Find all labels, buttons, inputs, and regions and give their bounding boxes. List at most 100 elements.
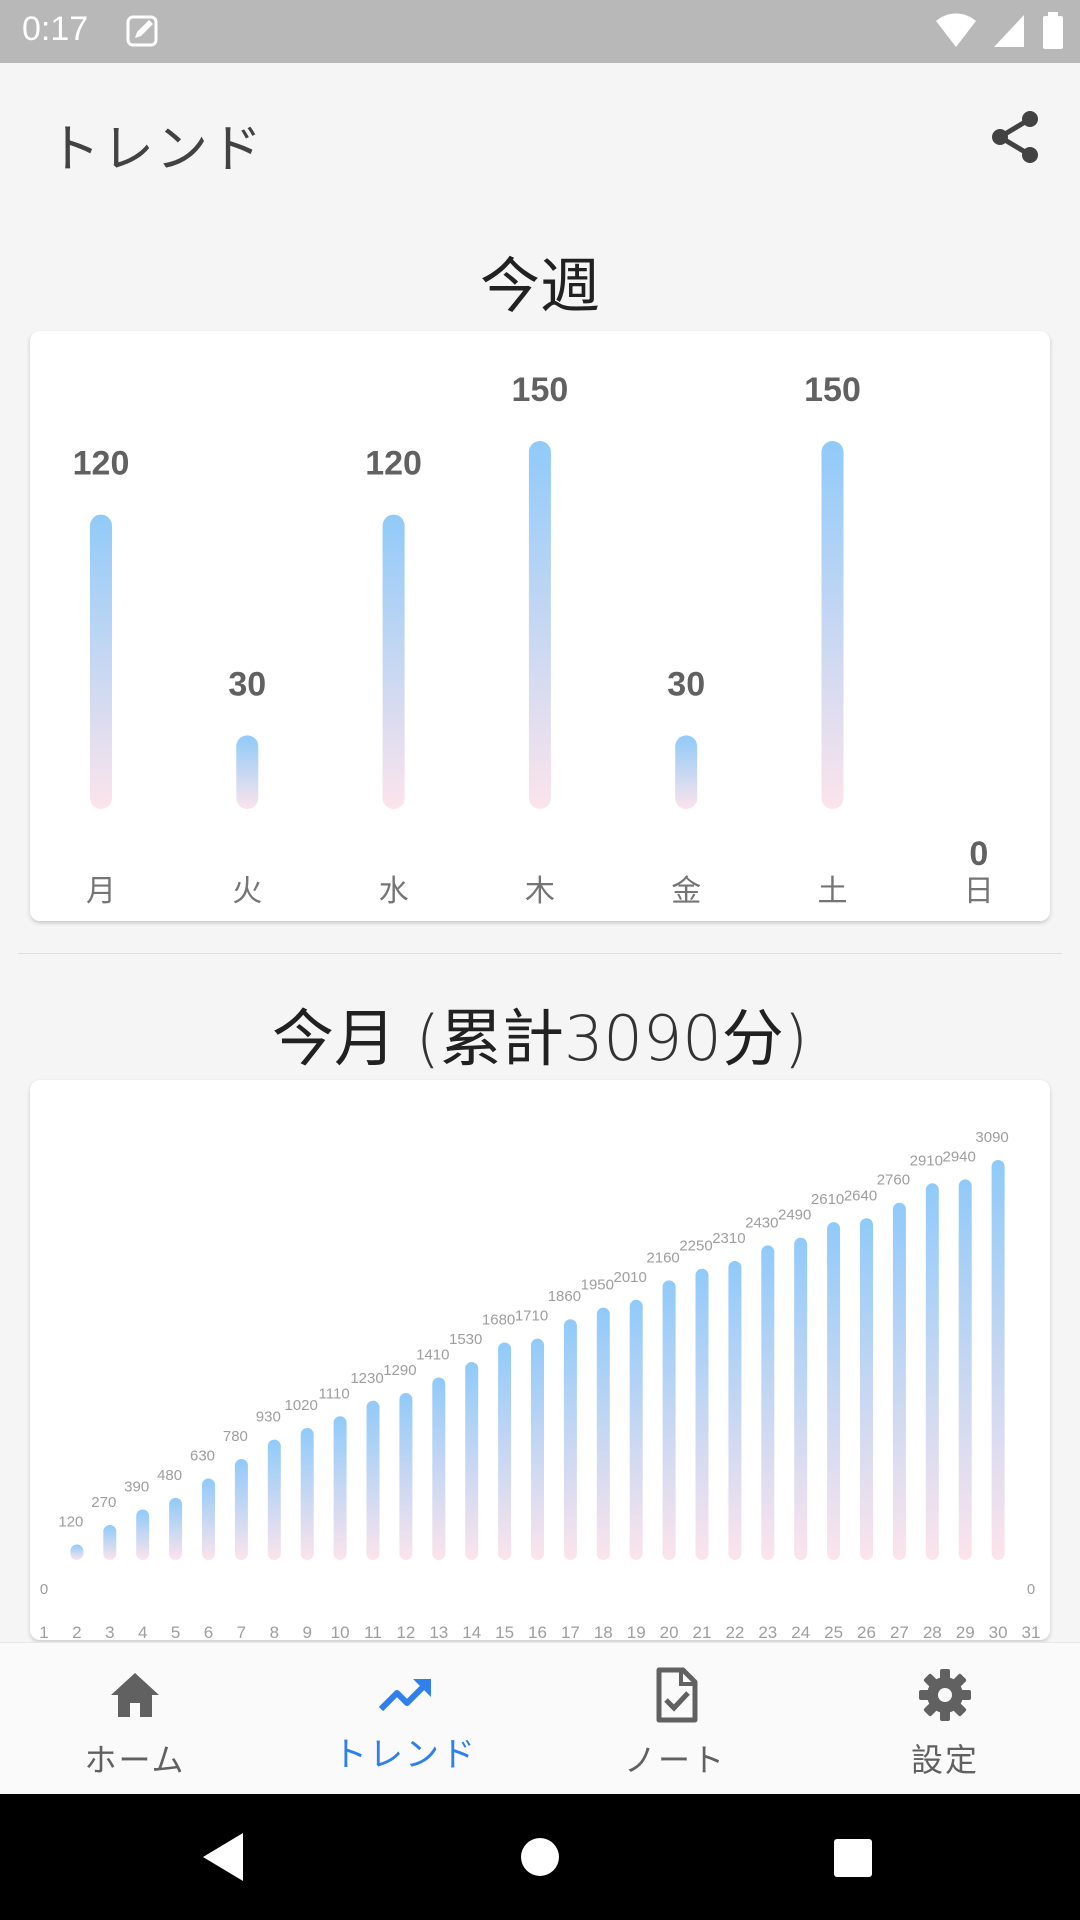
month-value-label: 1530	[449, 1331, 482, 1348]
month-bar	[202, 1478, 215, 1560]
month-category-label: 1	[39, 1623, 48, 1640]
month-category-label: 26	[857, 1623, 876, 1640]
wifi-icon	[936, 13, 976, 47]
nav-label-settings: 設定	[910, 1741, 979, 1779]
month-bar	[234, 1459, 248, 1560]
cell-signal-icon	[994, 15, 1024, 47]
status-icons	[936, 12, 1064, 50]
week-value-label: 120	[73, 445, 130, 483]
month-value-label: 2160	[646, 1249, 679, 1266]
month-category-label: 4	[138, 1623, 147, 1640]
month-value-label: 0	[40, 1581, 48, 1598]
week-category-label: 日	[964, 875, 994, 908]
month-bar	[991, 1160, 1005, 1560]
month-chart-card: 0 1 120 2 270 3 390 4 480 5 630 6 780 7 930 8 1020 9 1110 1…	[30, 1080, 1050, 1640]
nav-label-note: ノート	[623, 1741, 726, 1779]
month-value-label: 2940	[943, 1148, 976, 1165]
month-category-label: 8	[270, 1623, 279, 1640]
month-value-label: 2310	[712, 1230, 745, 1247]
week-chart-card: 120 月 30 火 120 水 150 木 30 金 150 土 0 日	[30, 331, 1050, 921]
month-bar	[596, 1307, 610, 1560]
week-bar	[528, 441, 551, 809]
month-category-label: 28	[923, 1623, 942, 1640]
system-navigation-bar	[0, 1794, 1080, 1920]
month-bar	[169, 1497, 183, 1560]
recents-icon[interactable]	[822, 1827, 882, 1887]
home-circle-icon[interactable]	[510, 1827, 570, 1887]
month-category-label: 31	[1022, 1623, 1041, 1640]
note-check-icon	[656, 1667, 698, 1723]
month-value-label: 0	[1027, 1581, 1035, 1598]
nav-item-home[interactable]: ホーム	[0, 1643, 270, 1795]
nav-item-settings[interactable]: 設定	[810, 1643, 1080, 1795]
week-bar	[821, 441, 844, 809]
month-bar	[333, 1416, 347, 1560]
month-bar	[366, 1400, 380, 1560]
share-icon[interactable]	[986, 107, 1046, 167]
page-title: トレンド	[48, 120, 265, 180]
month-bar	[827, 1222, 841, 1560]
month-category-label: 25	[824, 1623, 843, 1640]
note-edit-icon	[126, 15, 158, 47]
month-category-label: 11	[364, 1623, 382, 1640]
month-bar	[465, 1361, 479, 1560]
month-category-label: 27	[890, 1623, 909, 1640]
month-category-label: 6	[204, 1623, 213, 1640]
month-bar	[958, 1179, 972, 1560]
month-category-label: 14	[462, 1623, 481, 1640]
bottom-navigation: ホーム トレンド ノート 設定	[0, 1642, 1080, 1795]
week-bar	[90, 514, 112, 809]
month-bar-chart: 0112022703390448056306780793081020911101…	[39, 1129, 1041, 1640]
battery-icon	[1043, 12, 1063, 49]
month-title-prefix: 今月	[272, 1002, 416, 1075]
week-category-label: 土	[818, 875, 848, 908]
nav-label-home: ホーム	[84, 1741, 186, 1779]
month-category-label: 17	[561, 1623, 580, 1640]
nav-item-note[interactable]: ノート	[540, 1643, 810, 1795]
month-value-label: 930	[256, 1409, 281, 1426]
month-category-label: 10	[331, 1623, 350, 1640]
month-value-label: 270	[91, 1494, 116, 1511]
month-category-label: 21	[693, 1623, 712, 1640]
month-bar	[695, 1268, 709, 1560]
month-value-label: 480	[157, 1467, 182, 1484]
month-value-label: 1680	[482, 1312, 515, 1329]
back-icon[interactable]	[195, 1827, 255, 1887]
month-bar	[300, 1427, 314, 1560]
month-value-label: 2640	[844, 1187, 877, 1204]
month-category-label: 7	[237, 1623, 246, 1640]
month-bar	[860, 1218, 873, 1560]
month-bar	[728, 1260, 742, 1560]
month-total-label: 累計	[439, 1002, 564, 1075]
month-bar	[794, 1237, 808, 1560]
trending-up-icon	[378, 1679, 431, 1712]
nav-label-trend: トレンド	[333, 1735, 477, 1775]
app-bar: トレンド	[0, 63, 1080, 213]
month-category-label: 29	[956, 1623, 975, 1640]
week-category-label: 火	[232, 875, 262, 908]
week-value-label: 30	[667, 665, 705, 703]
week-value-label: 30	[228, 665, 266, 703]
month-bar	[531, 1338, 544, 1560]
month-total-unit: 分	[721, 1002, 784, 1075]
week-bar	[236, 735, 259, 809]
month-category-label: 19	[627, 1623, 646, 1640]
month-category-label: 9	[302, 1623, 311, 1640]
month-value-label: 630	[190, 1447, 215, 1464]
month-bar	[563, 1319, 577, 1560]
week-bar	[675, 735, 698, 809]
month-bar	[432, 1377, 446, 1560]
month-category-label: 23	[758, 1623, 777, 1640]
month-total-value: 3090	[563, 1002, 722, 1075]
month-bar	[70, 1544, 84, 1560]
month-value-label: 1230	[350, 1370, 383, 1387]
month-bar	[103, 1525, 117, 1560]
status-bar: 0:17	[0, 0, 1080, 63]
nav-item-trend[interactable]: トレンド	[270, 1643, 540, 1795]
month-category-label: 3	[105, 1623, 114, 1640]
month-category-label: 18	[594, 1623, 613, 1640]
week-value-label: 120	[365, 445, 422, 483]
month-bar	[761, 1245, 775, 1560]
month-value-label: 2010	[614, 1269, 647, 1286]
home-icon	[111, 1673, 159, 1717]
